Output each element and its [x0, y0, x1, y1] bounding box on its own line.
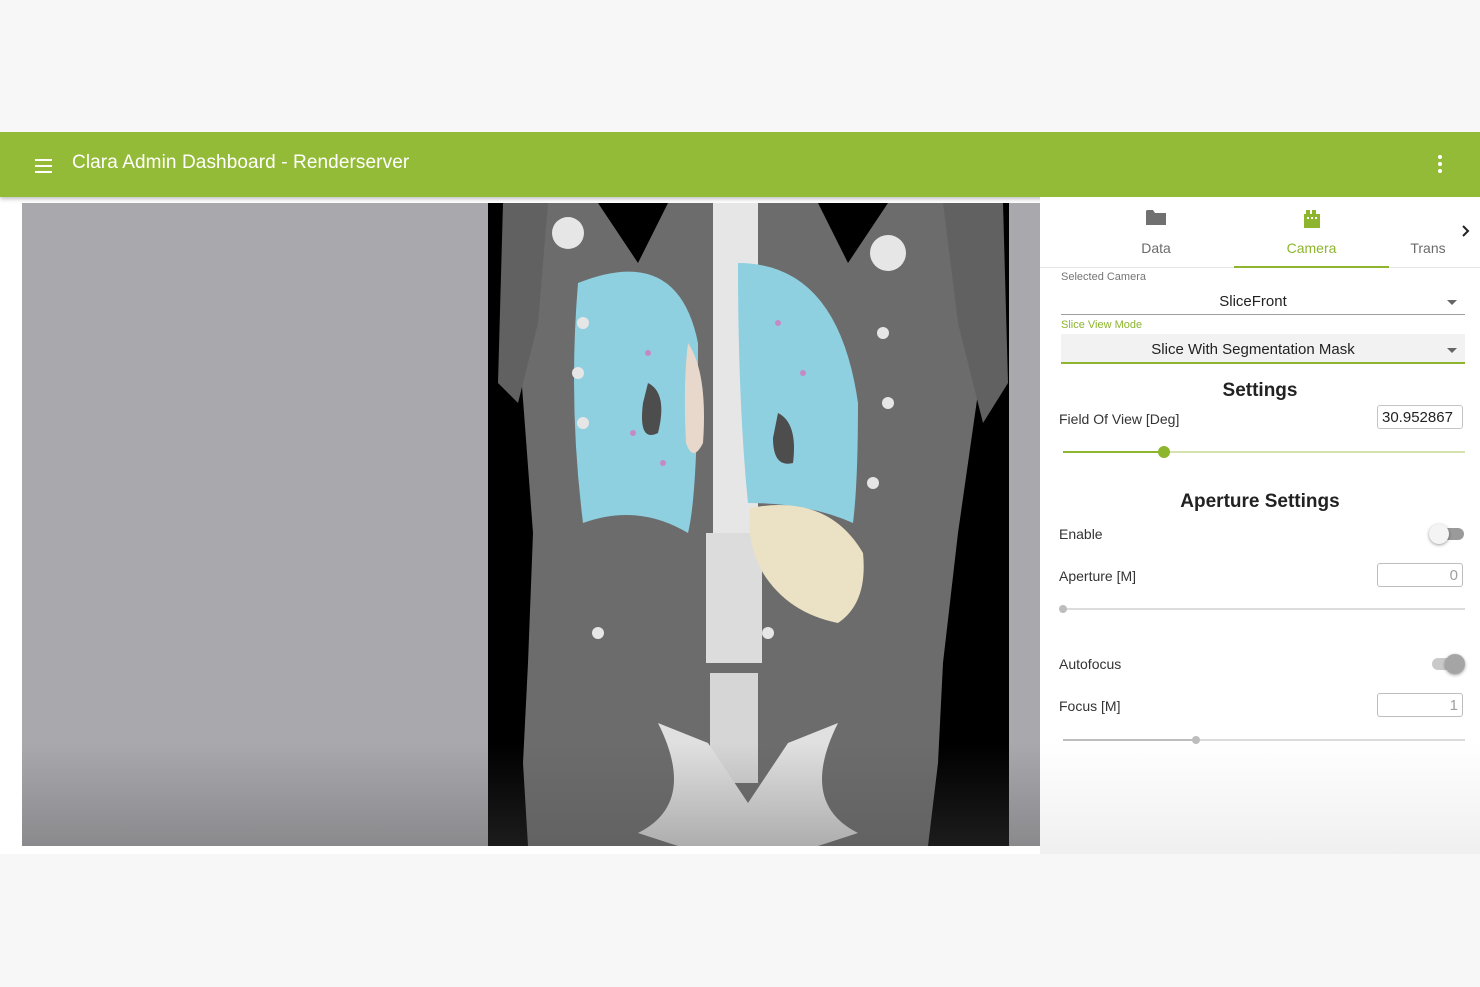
more-vert-icon[interactable] [1428, 150, 1452, 178]
app-window: Clara Admin Dashboard - Renderserver Dat… [0, 132, 1480, 854]
fov-label: Field Of View [Deg] [1059, 411, 1180, 427]
tab-trans-label: Trans [1410, 240, 1446, 256]
camera-reel-icon [1302, 209, 1322, 234]
tab-data-label: Data [1141, 240, 1171, 256]
slice-view-mode-value: Slice With Segmentation Mask [1151, 341, 1355, 358]
selected-camera-value: SliceFront [1219, 293, 1287, 310]
settings-heading: Settings [1222, 380, 1298, 401]
aperture-label: Aperture [M] [1059, 568, 1137, 584]
dropdown-arrow-icon [1447, 300, 1457, 305]
tab-camera[interactable]: Camera [1234, 197, 1389, 268]
slice-view-mode-label: Slice View Mode [1061, 319, 1143, 331]
dropdown-arrow-icon [1447, 348, 1457, 353]
slider-thumb[interactable] [1157, 446, 1170, 458]
panel-fade [1040, 742, 1480, 854]
aperture-input[interactable] [1377, 563, 1463, 587]
focus-label: Focus [M] [1059, 698, 1121, 714]
chevron-right-icon[interactable] [1460, 223, 1472, 239]
render-viewport[interactable] [22, 203, 1040, 846]
autofocus-toggle[interactable] [1429, 654, 1465, 674]
enable-label: Enable [1059, 526, 1103, 542]
app-bar: Clara Admin Dashboard - Renderserver [0, 132, 1480, 197]
aperture-slider[interactable] [1059, 602, 1465, 616]
tab-trans[interactable]: Trans [1392, 197, 1464, 267]
active-tab-indicator [1234, 266, 1389, 268]
app-title: Clara Admin Dashboard - Renderserver [72, 152, 410, 173]
selected-camera-label: Selected Camera [1061, 271, 1146, 283]
tab-data[interactable]: Data [1080, 197, 1232, 267]
autofocus-label: Autofocus [1059, 656, 1122, 672]
tab-bar: Data Camera Trans [1040, 197, 1480, 268]
hamburger-menu-icon[interactable] [30, 151, 58, 179]
enable-toggle[interactable] [1429, 524, 1465, 544]
folder-icon [1146, 209, 1166, 231]
focus-input[interactable] [1377, 693, 1463, 717]
slice-view-mode-select[interactable]: Slice With Segmentation Mask [1061, 334, 1465, 364]
fov-input[interactable] [1377, 405, 1463, 429]
aperture-settings-heading: Aperture Settings [1180, 491, 1340, 512]
slider-thumb[interactable] [1059, 605, 1067, 613]
tab-camera-label: Camera [1286, 240, 1337, 256]
viewport-shade [22, 743, 1040, 846]
selected-camera-select[interactable]: SliceFront [1061, 289, 1465, 315]
fov-slider[interactable] [1063, 445, 1465, 459]
